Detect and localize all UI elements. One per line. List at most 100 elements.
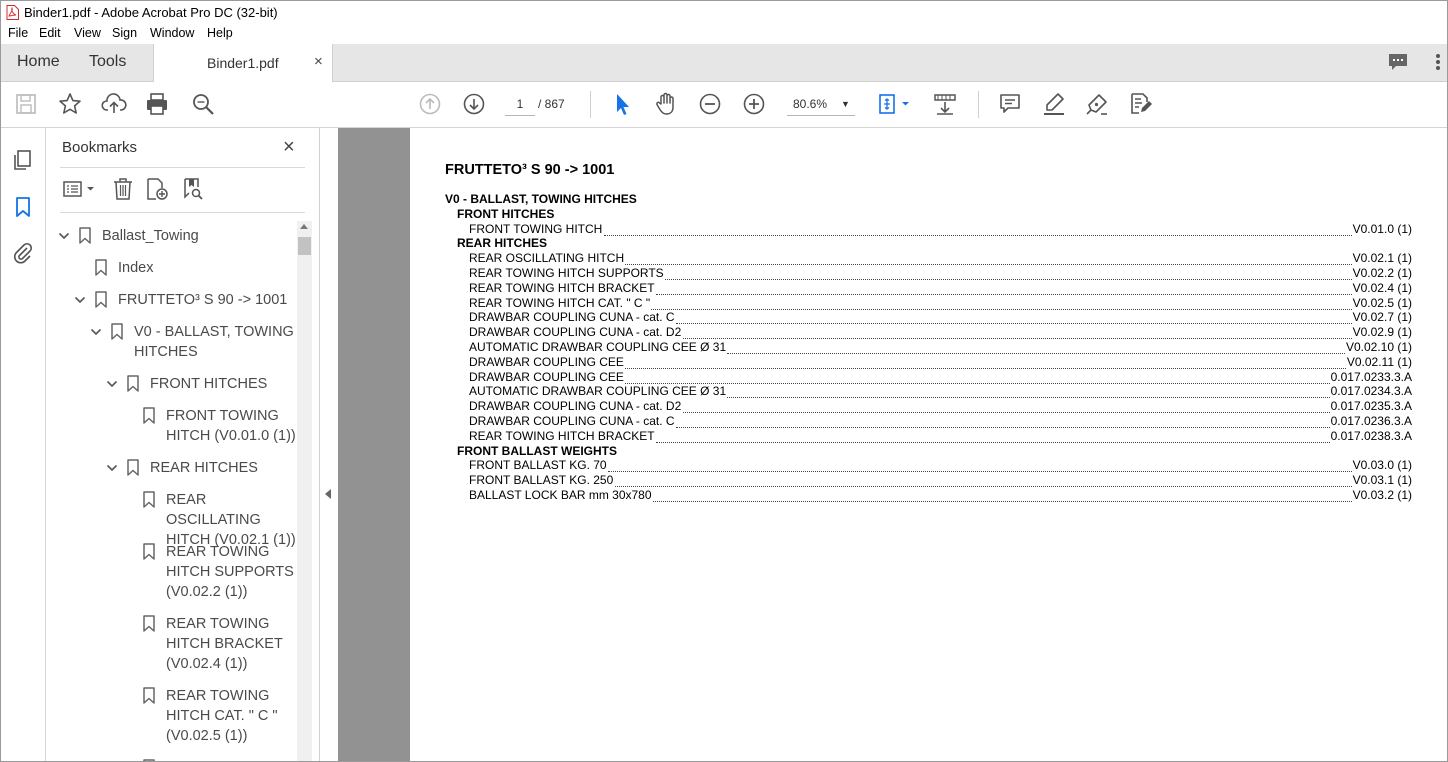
toolbar-divider	[590, 91, 591, 118]
new-bookmark-icon[interactable]	[144, 176, 170, 202]
menu-view[interactable]: View	[74, 26, 101, 40]
toc-entry[interactable]: DRAWBAR COUPLING CUNA - cat. C 0.017.0236…	[410, 414, 1447, 429]
tab-home[interactable]: Home	[17, 53, 60, 71]
divider	[60, 167, 305, 168]
bookmark-item[interactable]: REAR OSCILLATING HITCH (V0.02.1 (1))	[46, 490, 296, 548]
toc-entry[interactable]: BALLAST LOCK BAR mm 30x780 V0.03.2 (1)	[410, 488, 1447, 503]
find-text-button[interactable]	[190, 91, 216, 117]
bookmark-star-button[interactable]	[57, 91, 83, 117]
toc-entry[interactable]: DRAWBAR COUPLING CEE V0.02.11 (1)	[410, 355, 1447, 370]
highlight-button[interactable]	[1041, 91, 1067, 117]
toc-entry[interactable]: REAR TOWING HITCH SUPPORTS V0.02.2 (1)	[410, 266, 1447, 281]
dot-leader	[625, 263, 1352, 266]
tab-document[interactable]: Binder1.pdf ×	[153, 44, 333, 82]
chevron-down-icon[interactable]	[106, 378, 118, 390]
toc-entry[interactable]: FRONT BALLAST KG. 70 V0.03.0 (1)	[410, 458, 1447, 473]
chevron-down-icon[interactable]	[106, 462, 118, 474]
bookmark-options-icon[interactable]	[62, 176, 98, 202]
toc-entry[interactable]: DRAWBAR COUPLING CUNA - cat. D2 0.017.023…	[410, 399, 1447, 414]
toc-entry[interactable]: REAR OSCILLATING HITCH V0.02.1 (1)	[410, 251, 1447, 266]
find-bookmark-icon[interactable]	[180, 176, 206, 202]
edit-pdf-button[interactable]	[1128, 91, 1154, 117]
previous-page-button[interactable]	[417, 91, 443, 117]
bookmark-item[interactable]: REAR TOWING HITCH SUPPORTS (V0.02.2 (1))	[46, 542, 296, 602]
menu-help[interactable]: Help	[207, 26, 233, 40]
menu-file[interactable]: File	[8, 26, 28, 40]
dot-leader	[651, 308, 1352, 310]
toc-entry-title: REAR HITCHES	[457, 236, 548, 251]
panel-splitter[interactable]	[320, 128, 338, 761]
fit-page-button[interactable]	[875, 91, 915, 117]
bookmark-item[interactable]: REAR TOWING HITCH BRACKET (V0.02.4 (1))	[46, 614, 296, 674]
chevron-down-icon[interactable]	[58, 230, 70, 242]
zoom-out-button[interactable]	[697, 91, 723, 117]
bookmark-item[interactable]: Index	[46, 258, 296, 278]
toc-entry[interactable]: FRONT BALLAST KG. 250 V0.03.1 (1)	[410, 473, 1447, 488]
menu-window[interactable]: Window	[150, 26, 194, 40]
divider	[60, 212, 305, 213]
print-button[interactable]	[144, 91, 170, 117]
bookmark-item[interactable]: FRONT TOWING HITCH (V0.01.0 (1))	[46, 406, 296, 446]
delete-trash-icon[interactable]	[110, 176, 136, 202]
toc-entry[interactable]: AUTOMATIC DRAWBAR COUPLING CEE Ø 31 0.017…	[410, 384, 1447, 399]
hand-tool-button[interactable]	[653, 91, 679, 117]
edit-document-icon	[1131, 93, 1152, 114]
menu-sign[interactable]: Sign	[112, 26, 137, 40]
bookmark-item[interactable]: DRAWBAR COUPLING CUNA -	[46, 758, 296, 761]
attachments-paperclip-icon[interactable]	[11, 241, 35, 265]
bookmark-ribbon-icon	[143, 687, 155, 704]
scroll-up-arrow-icon[interactable]	[300, 224, 308, 229]
close-tab-button[interactable]: ×	[314, 53, 323, 70]
document-viewer[interactable]: FRUTTETO³ S 90 -> 1001 V0 - BALLAST, TOW…	[338, 128, 1447, 761]
save-button[interactable]	[13, 91, 39, 117]
bookmark-item[interactable]: FRUTTETO³ S 90 -> 1001	[46, 290, 296, 310]
next-page-button[interactable]	[461, 91, 487, 117]
scrolling-mode-button[interactable]	[932, 91, 958, 117]
scrollbar-thumb[interactable]	[298, 237, 311, 255]
toc-entry-code: V0.02.2 (1)	[1352, 266, 1412, 280]
bookmark-item[interactable]: REAR TOWING HITCH CAT. " C " (V0.02.5 (1…	[46, 686, 296, 746]
bookmark-item[interactable]: V0 - BALLAST, TOWING HITCHES	[46, 322, 296, 362]
zoom-level-value: 80.6%	[793, 97, 828, 111]
zoom-in-button[interactable]	[741, 91, 767, 117]
toc-entry-title: FRONT HITCHES	[457, 206, 555, 221]
page-thumbnails-icon[interactable]	[11, 148, 35, 172]
bookmark-label: REAR TOWING HITCH SUPPORTS (V0.02.2 (1))	[166, 544, 294, 600]
toc-entry[interactable]: DRAWBAR COUPLING CUNA - cat. C V0.02.7 (1…	[410, 310, 1447, 325]
more-options-icon[interactable]	[1432, 52, 1444, 72]
collapse-panel-arrow-icon[interactable]	[325, 489, 331, 499]
page-number-input[interactable]: 1	[505, 93, 535, 116]
comment-button[interactable]	[997, 91, 1023, 117]
bookmark-item[interactable]: REAR HITCHES	[46, 458, 296, 478]
toc-entry[interactable]: REAR TOWING HITCH CAT. " C " V0.02.5 (1)	[410, 296, 1447, 311]
bookmark-item[interactable]: Ballast_Towing	[46, 226, 296, 246]
bookmark-label: FRONT TOWING HITCH (V0.01.0 (1))	[166, 408, 296, 444]
toc-entry[interactable]: REAR TOWING HITCH BRACKET V0.02.4 (1)	[410, 281, 1447, 296]
menu-edit[interactable]: Edit	[39, 26, 61, 40]
close-panel-button[interactable]: ×	[283, 136, 295, 159]
toc-entry[interactable]: REAR TOWING HITCH BRACKET 0.017.0238.3.A	[410, 429, 1447, 444]
chevron-down-icon[interactable]	[90, 326, 102, 338]
sign-button[interactable]	[1084, 91, 1110, 117]
bookmark-label: REAR HITCHES	[150, 460, 258, 476]
toc-entry-code: V0.03.1 (1)	[1352, 473, 1412, 488]
comment-bubble-icon[interactable]	[1387, 52, 1409, 72]
tab-tools[interactable]: Tools	[89, 53, 126, 71]
bookmarks-tree: Ballast_Towing Index FRUTTETO³ S 90 -> 100…	[46, 220, 296, 761]
bookmark-ribbon-icon	[95, 291, 107, 308]
bookmarks-panel-icon[interactable]	[11, 195, 35, 219]
chevron-down-icon[interactable]	[74, 294, 86, 306]
toc-entry-code: V0.03.0 (1)	[1352, 458, 1412, 473]
upload-button[interactable]	[101, 91, 127, 117]
bookmark-item[interactable]: FRONT HITCHES	[46, 374, 296, 394]
toc-entry[interactable]: DRAWBAR COUPLING CEE 0.017.0233.3.A	[410, 370, 1447, 385]
toc-entry[interactable]: FRONT TOWING HITCH V0.01.0 (1)	[410, 222, 1447, 237]
toc-entry[interactable]: DRAWBAR COUPLING CUNA - cat. D2 V0.02.9 (…	[410, 325, 1447, 340]
select-tool-button[interactable]	[609, 91, 635, 117]
toc-entry-title: REAR OSCILLATING HITCH	[469, 251, 625, 266]
toc-entry-code: V0.03.2 (1)	[1352, 488, 1412, 502]
zoom-level-select[interactable]: 80.6% ▼	[787, 93, 855, 116]
bookmarks-scrollbar[interactable]	[297, 221, 312, 761]
bookmark-ribbon-icon	[143, 615, 155, 632]
toc-entry[interactable]: AUTOMATIC DRAWBAR COUPLING CEE Ø 31 V0.02…	[410, 340, 1447, 355]
